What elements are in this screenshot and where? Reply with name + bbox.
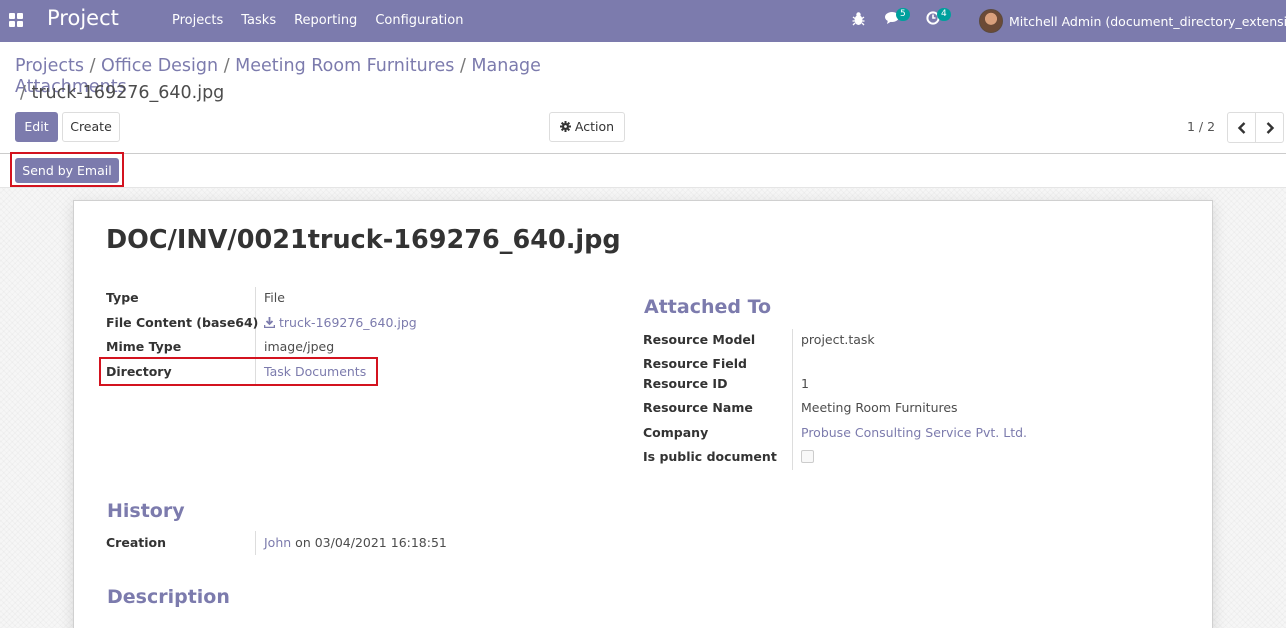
menu-projects[interactable]: Projects <box>163 0 232 42</box>
menu-configuration[interactable]: Configuration <box>366 0 472 42</box>
field-label-resource-field: Resource Field <box>643 356 747 371</box>
menu-tasks[interactable]: Tasks <box>232 0 285 42</box>
pager-value[interactable]: 1 / 2 <box>1187 119 1215 134</box>
activity-clock-icon[interactable]: 4 <box>926 8 951 29</box>
main-menu: Projects Tasks Reporting Configuration <box>163 0 472 42</box>
creation-datetime: on 03/04/2021 16:18:51 <box>295 535 447 550</box>
breadcrumb-meeting-room-furnitures[interactable]: Meeting Room Furnitures <box>235 56 454 76</box>
user-menu[interactable]: Mitchell Admin (document_directory_exten… <box>979 6 1286 36</box>
chevron-right-icon <box>1266 122 1275 134</box>
breadcrumb-projects[interactable]: Projects <box>15 56 84 76</box>
action-button[interactable]: Action <box>549 112 625 142</box>
section-title-attached-to: Attached To <box>644 296 772 318</box>
pager-next-button[interactable] <box>1255 112 1284 143</box>
field-value-resource-id: 1 <box>801 376 809 391</box>
action-label: Action <box>574 119 615 134</box>
field-label-company: Company <box>643 425 709 440</box>
chat-icon[interactable]: 5 <box>885 8 910 29</box>
highlight-frame-send-email <box>10 152 124 187</box>
field-value-creation: John on 03/04/2021 16:18:51 <box>264 535 447 550</box>
field-label-creation: Creation <box>106 535 166 550</box>
field-label-resource-name: Resource Name <box>643 400 753 415</box>
chat-count-badge: 5 <box>896 8 910 21</box>
field-divider <box>792 329 793 470</box>
field-value-type: File <box>264 290 285 305</box>
menu-reporting[interactable]: Reporting <box>285 0 366 42</box>
pager-previous-button[interactable] <box>1227 112 1256 143</box>
field-value-resource-name: Meeting Room Furnitures <box>801 400 958 415</box>
breadcrumb: Projects / Office Design / Meeting Room … <box>15 56 655 103</box>
breadcrumb-separator: / <box>89 56 102 76</box>
chevron-left-icon <box>1237 122 1246 134</box>
section-title-history: History <box>107 500 185 522</box>
field-label-resource-id: Resource ID <box>643 376 728 391</box>
file-download-link[interactable]: truck-169276_640.jpg <box>263 315 417 330</box>
field-label-resource-model: Resource Model <box>643 332 756 347</box>
download-icon <box>263 317 276 329</box>
edit-button[interactable]: Edit <box>15 112 58 142</box>
creator-link[interactable]: John <box>264 535 291 550</box>
bug-icon[interactable] <box>852 11 865 30</box>
create-button[interactable]: Create <box>62 112 120 142</box>
company-link[interactable]: Probuse Consulting Service Pvt. Ltd. <box>801 425 1027 440</box>
file-name: truck-169276_640.jpg <box>278 315 417 330</box>
field-label-file-content: File Content (base64) <box>106 315 259 330</box>
field-value-mime-type: image/jpeg <box>264 339 335 354</box>
field-divider <box>255 531 256 555</box>
activity-count-badge: 4 <box>937 8 951 21</box>
gear-icon <box>559 121 571 132</box>
is-public-checkbox[interactable] <box>801 450 814 463</box>
form-statusbar <box>0 153 1286 188</box>
breadcrumb-office-design[interactable]: Office Design <box>101 56 218 76</box>
field-label-type: Type <box>106 290 139 305</box>
field-label-is-public: Is public document <box>643 449 777 464</box>
breadcrumb-separator: / <box>223 56 236 76</box>
user-name: Mitchell Admin (document_directory_exten… <box>1009 13 1286 29</box>
avatar <box>979 9 1003 33</box>
field-label-mime-type: Mime Type <box>106 339 182 354</box>
record-title: DOC/INV/0021truck-169276_640.jpg <box>106 225 621 255</box>
breadcrumb-current: / truck-169276_640.jpg <box>20 83 224 104</box>
app-brand[interactable]: Project <box>47 6 119 30</box>
breadcrumb-separator: / <box>459 56 472 76</box>
highlight-frame-directory <box>99 357 378 386</box>
apps-menu-icon[interactable] <box>9 13 23 27</box>
breadcrumb-separator: / <box>20 83 32 103</box>
section-title-description: Description <box>107 586 230 608</box>
breadcrumb-current-label: truck-169276_640.jpg <box>31 83 225 103</box>
top-navbar: Project Projects Tasks Reporting Configu… <box>0 0 1286 42</box>
field-value-resource-model: project.task <box>801 332 875 347</box>
